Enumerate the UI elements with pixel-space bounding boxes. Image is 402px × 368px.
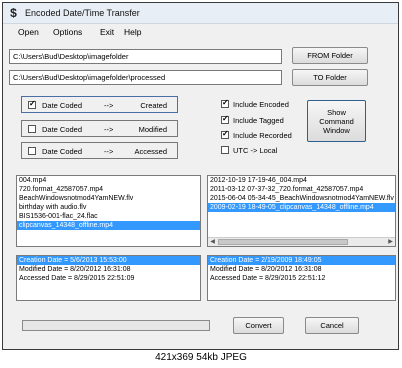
include-tagged-checkbox[interactable] xyxy=(221,114,229,124)
source-list-item[interactable]: clipcanvas_14348_offline.mp4 xyxy=(17,221,200,230)
modified-source-label: Date Coded xyxy=(42,125,83,134)
accessed-arrow: --> xyxy=(104,147,114,156)
menu-open[interactable]: Open xyxy=(18,27,39,37)
created-arrow: --> xyxy=(104,101,114,110)
accessed-source-label: Date Coded xyxy=(42,147,83,156)
include-recorded-checkbox[interactable] xyxy=(221,129,229,139)
include-encoded-checkbox[interactable] xyxy=(221,98,229,108)
source-list-item[interactable]: 720.format_42587057.mp4 xyxy=(17,185,200,194)
app-window: $ Encoded Date/Time Transfer Open Option… xyxy=(2,2,399,350)
title-bar[interactable]: $ Encoded Date/Time Transfer xyxy=(3,3,398,24)
source-list-item[interactable]: BeachWindowsnotmod4YamNEW.flv xyxy=(17,194,200,203)
mapping-accessed[interactable]: Date Coded --> Accessed xyxy=(21,142,178,159)
created-checkbox[interactable] xyxy=(28,99,36,109)
modified-checkbox[interactable] xyxy=(28,125,36,133)
to-folder-input[interactable]: C:\Users\Bud\Desktop\imagefolder\process… xyxy=(9,70,282,85)
dest-creation-date[interactable]: Creation Date = 2/19/2009 18:49:05 xyxy=(208,256,395,265)
progress-bar xyxy=(22,320,210,331)
menu-bar: Open Options Exit Help xyxy=(3,24,398,40)
convert-button[interactable]: Convert xyxy=(233,317,284,334)
dest-horizontal-scrollbar[interactable]: ◀ ▶ xyxy=(208,237,395,246)
source-modified-date[interactable]: Modified Date = 8/20/2012 16:31:08 xyxy=(17,265,200,274)
utc-local-checkbox[interactable] xyxy=(221,146,229,154)
dest-file-list[interactable]: 2012-10-19 17-19-46_004.mp4 2011-03-12 07… xyxy=(207,175,396,247)
source-list-item[interactable]: birthday with audio.flv xyxy=(17,203,200,212)
utc-local-label: UTC -> Local xyxy=(233,146,278,155)
scroll-left-icon[interactable]: ◀ xyxy=(208,238,217,246)
dest-modified-date[interactable]: Modified Date = 8/20/2012 16:31:08 xyxy=(208,265,395,274)
source-list-item[interactable]: BIS1536-001-flac_24.flac xyxy=(17,212,200,221)
scroll-right-icon[interactable]: ▶ xyxy=(386,238,395,246)
window-title: Encoded Date/Time Transfer xyxy=(25,8,140,18)
mapping-modified[interactable]: Date Coded --> Modified xyxy=(21,120,178,137)
dest-list-item[interactable]: 2012-10-19 17-19-46_004.mp4 xyxy=(208,176,395,185)
source-details-box[interactable]: Creation Date = 5/6/2013 15:53:00 Modifi… xyxy=(16,255,201,301)
source-list-item[interactable]: 004.mp4 xyxy=(17,176,200,185)
to-folder-button[interactable]: TO Folder xyxy=(292,69,368,86)
menu-options[interactable]: Options xyxy=(53,27,82,37)
app-dollar-icon: $ xyxy=(10,6,17,20)
include-tagged-label: Include Tagged xyxy=(233,116,284,125)
from-folder-button[interactable]: FROM Folder xyxy=(292,47,368,64)
dest-details-box[interactable]: Creation Date = 2/19/2009 18:49:05 Modif… xyxy=(207,255,396,301)
scroll-thumb[interactable] xyxy=(218,239,348,245)
include-recorded-label: Include Recorded xyxy=(233,131,292,140)
cancel-button[interactable]: Cancel xyxy=(305,317,359,334)
menu-help[interactable]: Help xyxy=(124,27,141,37)
modified-target-label: Modified xyxy=(138,125,167,134)
menu-exit[interactable]: Exit xyxy=(100,27,114,37)
from-folder-input[interactable]: C:\Users\Bud\Desktop\imagefolder xyxy=(9,49,282,64)
include-encoded-label: Include Encoded xyxy=(233,100,289,109)
show-command-window-button[interactable]: Show Command Window xyxy=(307,100,366,142)
modified-arrow: --> xyxy=(104,125,114,134)
created-source-label: Date Coded xyxy=(42,101,83,110)
dest-list-item[interactable]: 2015-06-04 05-34-45_BeachWindowsnotmod4Y… xyxy=(208,194,395,203)
source-accessed-date[interactable]: Accessed Date = 8/29/2015 22:51:09 xyxy=(17,274,200,283)
image-caption: 421x369 54kb JPEG xyxy=(155,352,247,363)
accessed-target-label: Accessed xyxy=(134,147,167,156)
created-target-label: Created xyxy=(140,101,167,110)
dest-accessed-date[interactable]: Accessed Date = 8/29/2015 22:51:12 xyxy=(208,274,395,283)
dest-list-item[interactable]: 2009-02-19 18-49-05_clipcanvas_14348_off… xyxy=(208,203,395,212)
dest-list-item[interactable]: 2011-03-12 07-37-32_720.format_42587057.… xyxy=(208,185,395,194)
source-file-list[interactable]: 004.mp4 720.format_42587057.mp4 BeachWindo… xyxy=(16,175,201,247)
accessed-checkbox[interactable] xyxy=(28,147,36,155)
source-creation-date[interactable]: Creation Date = 5/6/2013 15:53:00 xyxy=(17,256,200,265)
mapping-created[interactable]: Date Coded --> Created xyxy=(21,96,178,113)
